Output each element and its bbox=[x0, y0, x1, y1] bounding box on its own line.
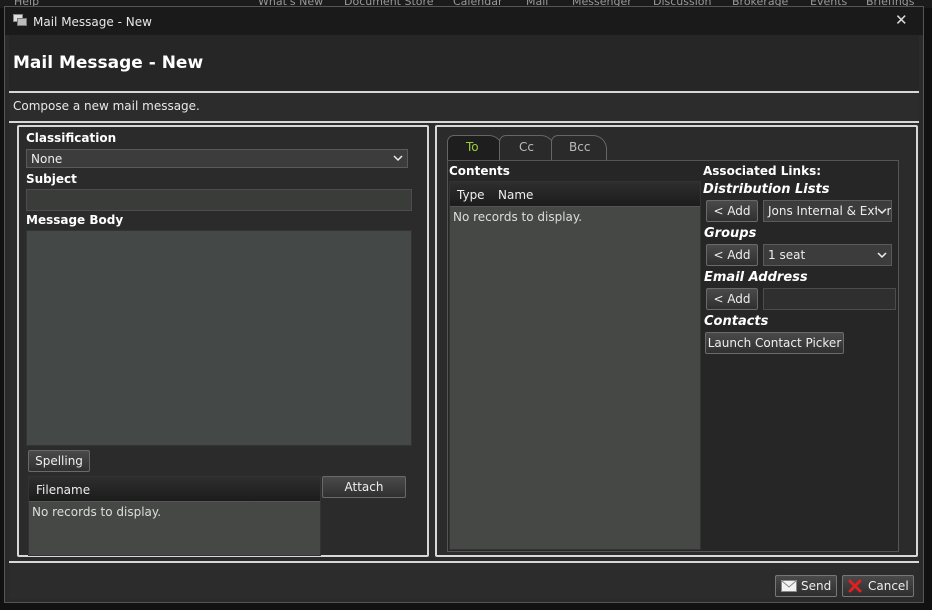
spelling-button[interactable]: Spelling bbox=[28, 450, 90, 472]
distribution-lists-label: Distribution Lists bbox=[703, 182, 830, 197]
window-title: Mail Message - New bbox=[33, 15, 152, 29]
tab-bcc[interactable]: Bcc bbox=[551, 135, 607, 160]
divider bbox=[9, 561, 919, 563]
tab-cc-label: Cc bbox=[519, 140, 534, 154]
envelope-icon bbox=[781, 580, 797, 592]
distribution-list-value: Jons Internal & External bbox=[768, 204, 892, 218]
app-window-icon bbox=[13, 14, 27, 26]
recipients-panel: To Cc Bcc Contents Type Name No records … bbox=[435, 125, 918, 557]
groups-label: Groups bbox=[704, 226, 757, 241]
chevron-down-icon bbox=[393, 155, 403, 162]
send-button-label: Send bbox=[801, 579, 832, 593]
cancel-x-icon bbox=[848, 579, 862, 593]
divider bbox=[9, 121, 919, 123]
classification-select[interactable]: None bbox=[26, 149, 408, 168]
recipients-grid-header: Type Name bbox=[450, 182, 700, 207]
page-header: Mail Message - New bbox=[9, 35, 919, 91]
recipients-grid: Type Name No records to display. bbox=[449, 181, 701, 550]
message-body-textarea[interactable] bbox=[26, 230, 412, 446]
add-group-button[interactable]: < Add bbox=[706, 244, 758, 266]
tab-to-label: To bbox=[466, 140, 479, 154]
attachments-grid: Filename No records to display. bbox=[28, 476, 321, 556]
contacts-label: Contacts bbox=[704, 314, 769, 329]
tab-cc[interactable]: Cc bbox=[499, 135, 555, 160]
chevron-down-icon bbox=[877, 204, 887, 218]
launch-contact-picker-button[interactable]: Launch Contact Picker bbox=[705, 332, 844, 354]
cancel-button[interactable]: Cancel bbox=[842, 575, 914, 597]
recipients-empty-message: No records to display. bbox=[453, 210, 583, 224]
page-title: Mail Message - New bbox=[13, 53, 204, 73]
send-button[interactable]: Send bbox=[775, 575, 837, 597]
tab-bcc-label: Bcc bbox=[569, 140, 591, 154]
page-description: Compose a new mail message. bbox=[13, 99, 200, 113]
subject-input[interactable] bbox=[26, 189, 412, 211]
divider bbox=[9, 91, 919, 93]
recipients-tab-body: Contents Type Name No records to display… bbox=[447, 160, 899, 552]
message-body-label: Message Body bbox=[26, 213, 124, 227]
cancel-button-label: Cancel bbox=[868, 579, 909, 593]
name-column-header[interactable]: Name bbox=[498, 188, 533, 202]
email-address-label: Email Address bbox=[704, 270, 808, 285]
email-address-input[interactable] bbox=[763, 288, 896, 310]
associated-links-title: Associated Links: bbox=[703, 164, 822, 178]
attachments-grid-header: Filename bbox=[29, 477, 320, 502]
dialog-body: Mail Message - New Compose a new mail me… bbox=[9, 35, 919, 598]
type-column-header[interactable]: Type bbox=[457, 188, 485, 202]
title-bar[interactable]: Mail Message - New ✕ bbox=[5, 7, 923, 35]
mail-message-dialog: Mail Message - New ✕ Mail Message - New … bbox=[4, 6, 924, 603]
compose-panel: Classification None Subject Message Body… bbox=[17, 125, 429, 557]
attachments-empty-message: No records to display. bbox=[32, 505, 162, 519]
add-distribution-list-button[interactable]: < Add bbox=[706, 200, 758, 222]
filename-column-header[interactable]: Filename bbox=[36, 483, 90, 497]
subject-label: Subject bbox=[26, 172, 77, 186]
chevron-down-icon bbox=[877, 252, 887, 259]
classification-value: None bbox=[31, 152, 63, 166]
tab-to[interactable]: To bbox=[447, 135, 503, 160]
contents-label: Contents bbox=[449, 164, 510, 178]
group-value: 1 seat bbox=[768, 248, 806, 262]
classification-label: Classification bbox=[26, 131, 117, 145]
distribution-list-select[interactable]: Jons Internal & External bbox=[763, 200, 892, 222]
add-email-address-button[interactable]: < Add bbox=[706, 288, 758, 310]
close-icon[interactable]: ✕ bbox=[895, 11, 908, 29]
attach-button[interactable]: Attach bbox=[322, 476, 406, 498]
group-select[interactable]: 1 seat bbox=[763, 244, 892, 266]
